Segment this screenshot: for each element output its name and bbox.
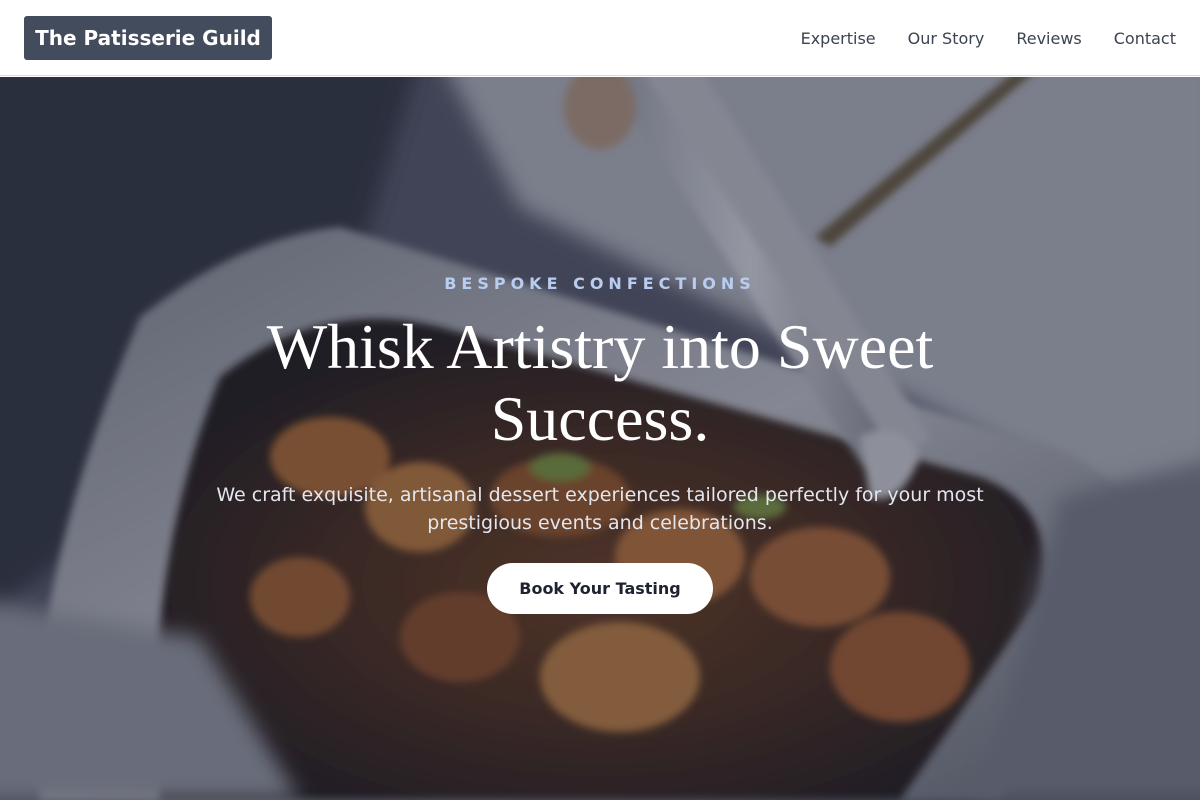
book-tasting-button[interactable]: Book Your Tasting	[487, 563, 713, 614]
nav-link-expertise[interactable]: Expertise	[801, 29, 876, 48]
hero-headline-text: Whisk Artistry into Sweet Success.	[266, 311, 934, 454]
nav-link-reviews[interactable]: Reviews	[1016, 29, 1081, 48]
hero-headline: Whisk Artistry into Sweet Success.	[200, 311, 1000, 455]
main-nav: Expertise Our Story Reviews Contact	[801, 0, 1176, 76]
site-logo[interactable]: The Patisserie Guild	[24, 16, 272, 60]
nav-link-our-story[interactable]: Our Story	[908, 29, 985, 48]
nav-link-contact[interactable]: Contact	[1114, 29, 1176, 48]
hero-subtext: We craft exquisite, artisanal dessert ex…	[216, 484, 984, 534]
hero-eyebrow: BESPOKE CONFECTIONS	[444, 274, 756, 293]
hero-content: BESPOKE CONFECTIONS Whisk Artistry into …	[0, 77, 1200, 800]
site-header: The Patisserie Guild Expertise Our Story…	[0, 0, 1200, 76]
hero-section: BESPOKE CONFECTIONS Whisk Artistry into …	[0, 77, 1200, 800]
